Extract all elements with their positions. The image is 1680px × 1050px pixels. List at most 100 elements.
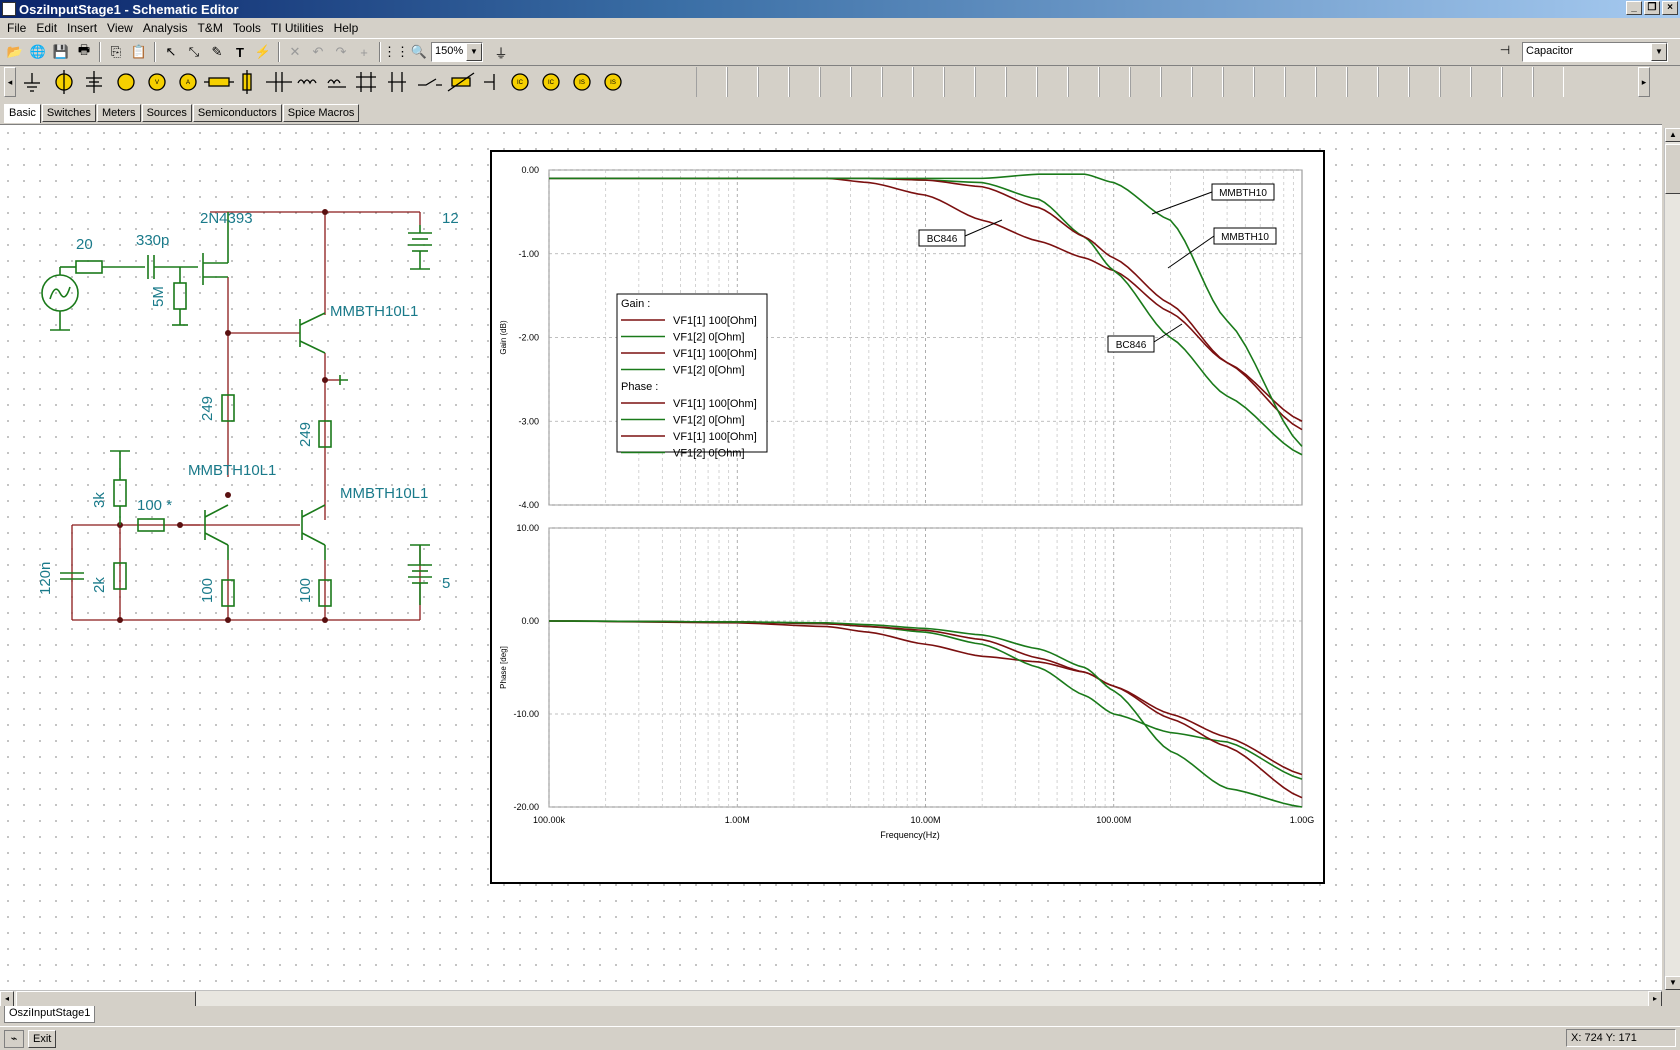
chevron-down-icon[interactable]: ▼ — [1651, 43, 1667, 61]
menu-ti-utilities[interactable]: TI Utilities — [266, 21, 329, 35]
vertical-scrollbar[interactable]: ▲ ▼ — [1664, 128, 1680, 990]
palette-slot[interactable] — [789, 67, 820, 97]
probe-icon[interactable]: ⏚ — [490, 41, 512, 63]
palette-slot[interactable] — [1099, 67, 1130, 97]
resistor-3k[interactable] — [110, 450, 130, 525]
palette-slot[interactable] — [1068, 67, 1099, 97]
open-icon[interactable]: 📂 — [4, 41, 26, 63]
inductor-icon[interactable] — [297, 79, 317, 85]
grid-icon[interactable]: ⋮⋮ — [383, 41, 409, 63]
scroll-left-icon[interactable]: ◂ — [0, 991, 14, 1007]
transistor-q-lower-left[interactable] — [204, 504, 229, 560]
select-arrow-icon[interactable]: ↖ — [160, 41, 182, 63]
palette-slot[interactable] — [1006, 67, 1037, 97]
palette-slot[interactable] — [727, 67, 758, 97]
ground-icon[interactable] — [24, 73, 40, 92]
pencil-icon[interactable]: ✎ — [206, 41, 228, 63]
resistor-icon[interactable] — [204, 77, 234, 87]
scroll-right-icon[interactable]: ▸ — [1648, 991, 1662, 1007]
voltage-source-icon[interactable] — [55, 70, 73, 94]
menu-tools[interactable]: Tools — [228, 21, 266, 35]
menu-edit[interactable]: Edit — [31, 21, 62, 35]
exit-button[interactable]: Exit — [28, 1029, 57, 1048]
sine-source-icon[interactable] — [117, 73, 135, 91]
tab-switches[interactable]: Switches — [41, 104, 96, 122]
print-icon[interactable]: 🖶 — [73, 41, 95, 63]
tab-sources[interactable]: Sources — [141, 104, 192, 122]
zoom-icon[interactable]: 🔍 — [408, 41, 430, 63]
capacitor-icon[interactable] — [266, 72, 292, 92]
palette-slot[interactable] — [1223, 67, 1254, 97]
palette-slot[interactable] — [1316, 67, 1347, 97]
transistor-q-upper[interactable] — [299, 312, 326, 354]
tab-basic[interactable]: Basic — [4, 104, 41, 123]
palette-slot[interactable] — [1471, 67, 1502, 97]
potentiometer-icon[interactable] — [242, 70, 252, 94]
wire-icon[interactable]: ⚡ — [252, 41, 274, 63]
capacitor-330p[interactable] — [147, 255, 155, 279]
junction-icon[interactable]: + — [353, 41, 375, 63]
scroll-up-icon[interactable]: ▲ — [1665, 128, 1680, 142]
save-icon[interactable]: 💾 — [50, 41, 72, 63]
palette-slot[interactable] — [1130, 67, 1161, 97]
tab-semiconductors[interactable]: Semiconductors — [192, 104, 282, 122]
palette-scroll-right[interactable]: ▸ — [1638, 67, 1650, 97]
palette-slot[interactable] — [1502, 67, 1533, 97]
palette-slot[interactable] — [820, 67, 851, 97]
horizontal-scroll-thumb[interactable] — [16, 991, 196, 1007]
vertical-scroll-thumb[interactable] — [1665, 144, 1680, 194]
palette-slot[interactable] — [758, 67, 789, 97]
component-icon[interactable]: ⊣ — [1494, 43, 1516, 63]
zoom-select[interactable]: 150% ▼ — [431, 42, 483, 62]
status-mode-icon[interactable]: ⌁ — [4, 1029, 24, 1048]
horizontal-scrollbar[interactable]: ◂ ▸ — [0, 990, 1662, 1007]
delete-icon[interactable]: ✕ — [284, 41, 306, 63]
palette-slot[interactable] — [882, 67, 913, 97]
coupled-inductor-icon[interactable] — [356, 72, 376, 92]
palette-slot[interactable] — [1409, 67, 1440, 97]
palette-scroll-left[interactable]: ◂ — [4, 67, 16, 97]
palette-slot[interactable] — [1440, 67, 1471, 97]
menu-help[interactable]: Help — [329, 21, 364, 35]
chart-frame[interactable]: 0.00 -1.00 -2.00 -3.00 -4.00 Gain (dB) 10.00 0.… — [490, 150, 1325, 884]
palette-slot[interactable] — [1347, 67, 1378, 97]
move-icon[interactable]: ⤡ — [183, 41, 205, 63]
palette-slot[interactable] — [1192, 67, 1223, 97]
battery-12v[interactable] — [408, 225, 432, 270]
web-icon[interactable]: 🌐 — [27, 41, 49, 63]
palette-slot[interactable] — [1037, 67, 1068, 97]
output-terminal[interactable] — [339, 375, 348, 385]
text-icon[interactable]: T — [229, 41, 251, 63]
palette-slot[interactable] — [1533, 67, 1564, 97]
menu-analysis[interactable]: Analysis — [138, 21, 193, 35]
palette-slot[interactable] — [1254, 67, 1285, 97]
close-button[interactable]: × — [1662, 1, 1678, 15]
transformer-icon[interactable] — [327, 79, 346, 88]
palette-slot[interactable] — [851, 67, 882, 97]
transistor-q-lower-right[interactable] — [301, 504, 326, 560]
open-terminal-icon[interactable] — [484, 74, 495, 90]
minimize-button[interactable]: _ — [1626, 1, 1642, 15]
palette-slot[interactable] — [1378, 67, 1409, 97]
menu-file[interactable]: File — [2, 21, 31, 35]
component-select[interactable]: Capacitor ▼ — [1522, 42, 1668, 62]
palette-slot[interactable] — [1161, 67, 1192, 97]
undo-icon[interactable]: ↶ — [307, 41, 329, 63]
chevron-down-icon[interactable]: ▼ — [466, 43, 482, 61]
palette-slot[interactable] — [975, 67, 1006, 97]
switch-icon[interactable] — [418, 78, 442, 86]
document-tab[interactable]: OsziInputStage1 — [4, 1006, 96, 1023]
tab-spice-macros[interactable]: Spice Macros — [282, 104, 360, 122]
scroll-down-icon[interactable]: ▼ — [1665, 976, 1680, 990]
redo-icon[interactable]: ↷ — [330, 41, 352, 63]
tab-meters[interactable]: Meters — [96, 104, 141, 122]
palette-slot[interactable] — [696, 67, 727, 97]
copy-icon[interactable]: ⎘ — [105, 41, 127, 63]
menu-view[interactable]: View — [102, 21, 138, 35]
resistor-20[interactable] — [75, 260, 103, 274]
palette-slot[interactable] — [1285, 67, 1316, 97]
battery-icon[interactable] — [86, 71, 102, 93]
relay-icon[interactable] — [388, 72, 406, 92]
signal-source[interactable] — [41, 266, 79, 331]
palette-slot[interactable] — [913, 67, 944, 97]
